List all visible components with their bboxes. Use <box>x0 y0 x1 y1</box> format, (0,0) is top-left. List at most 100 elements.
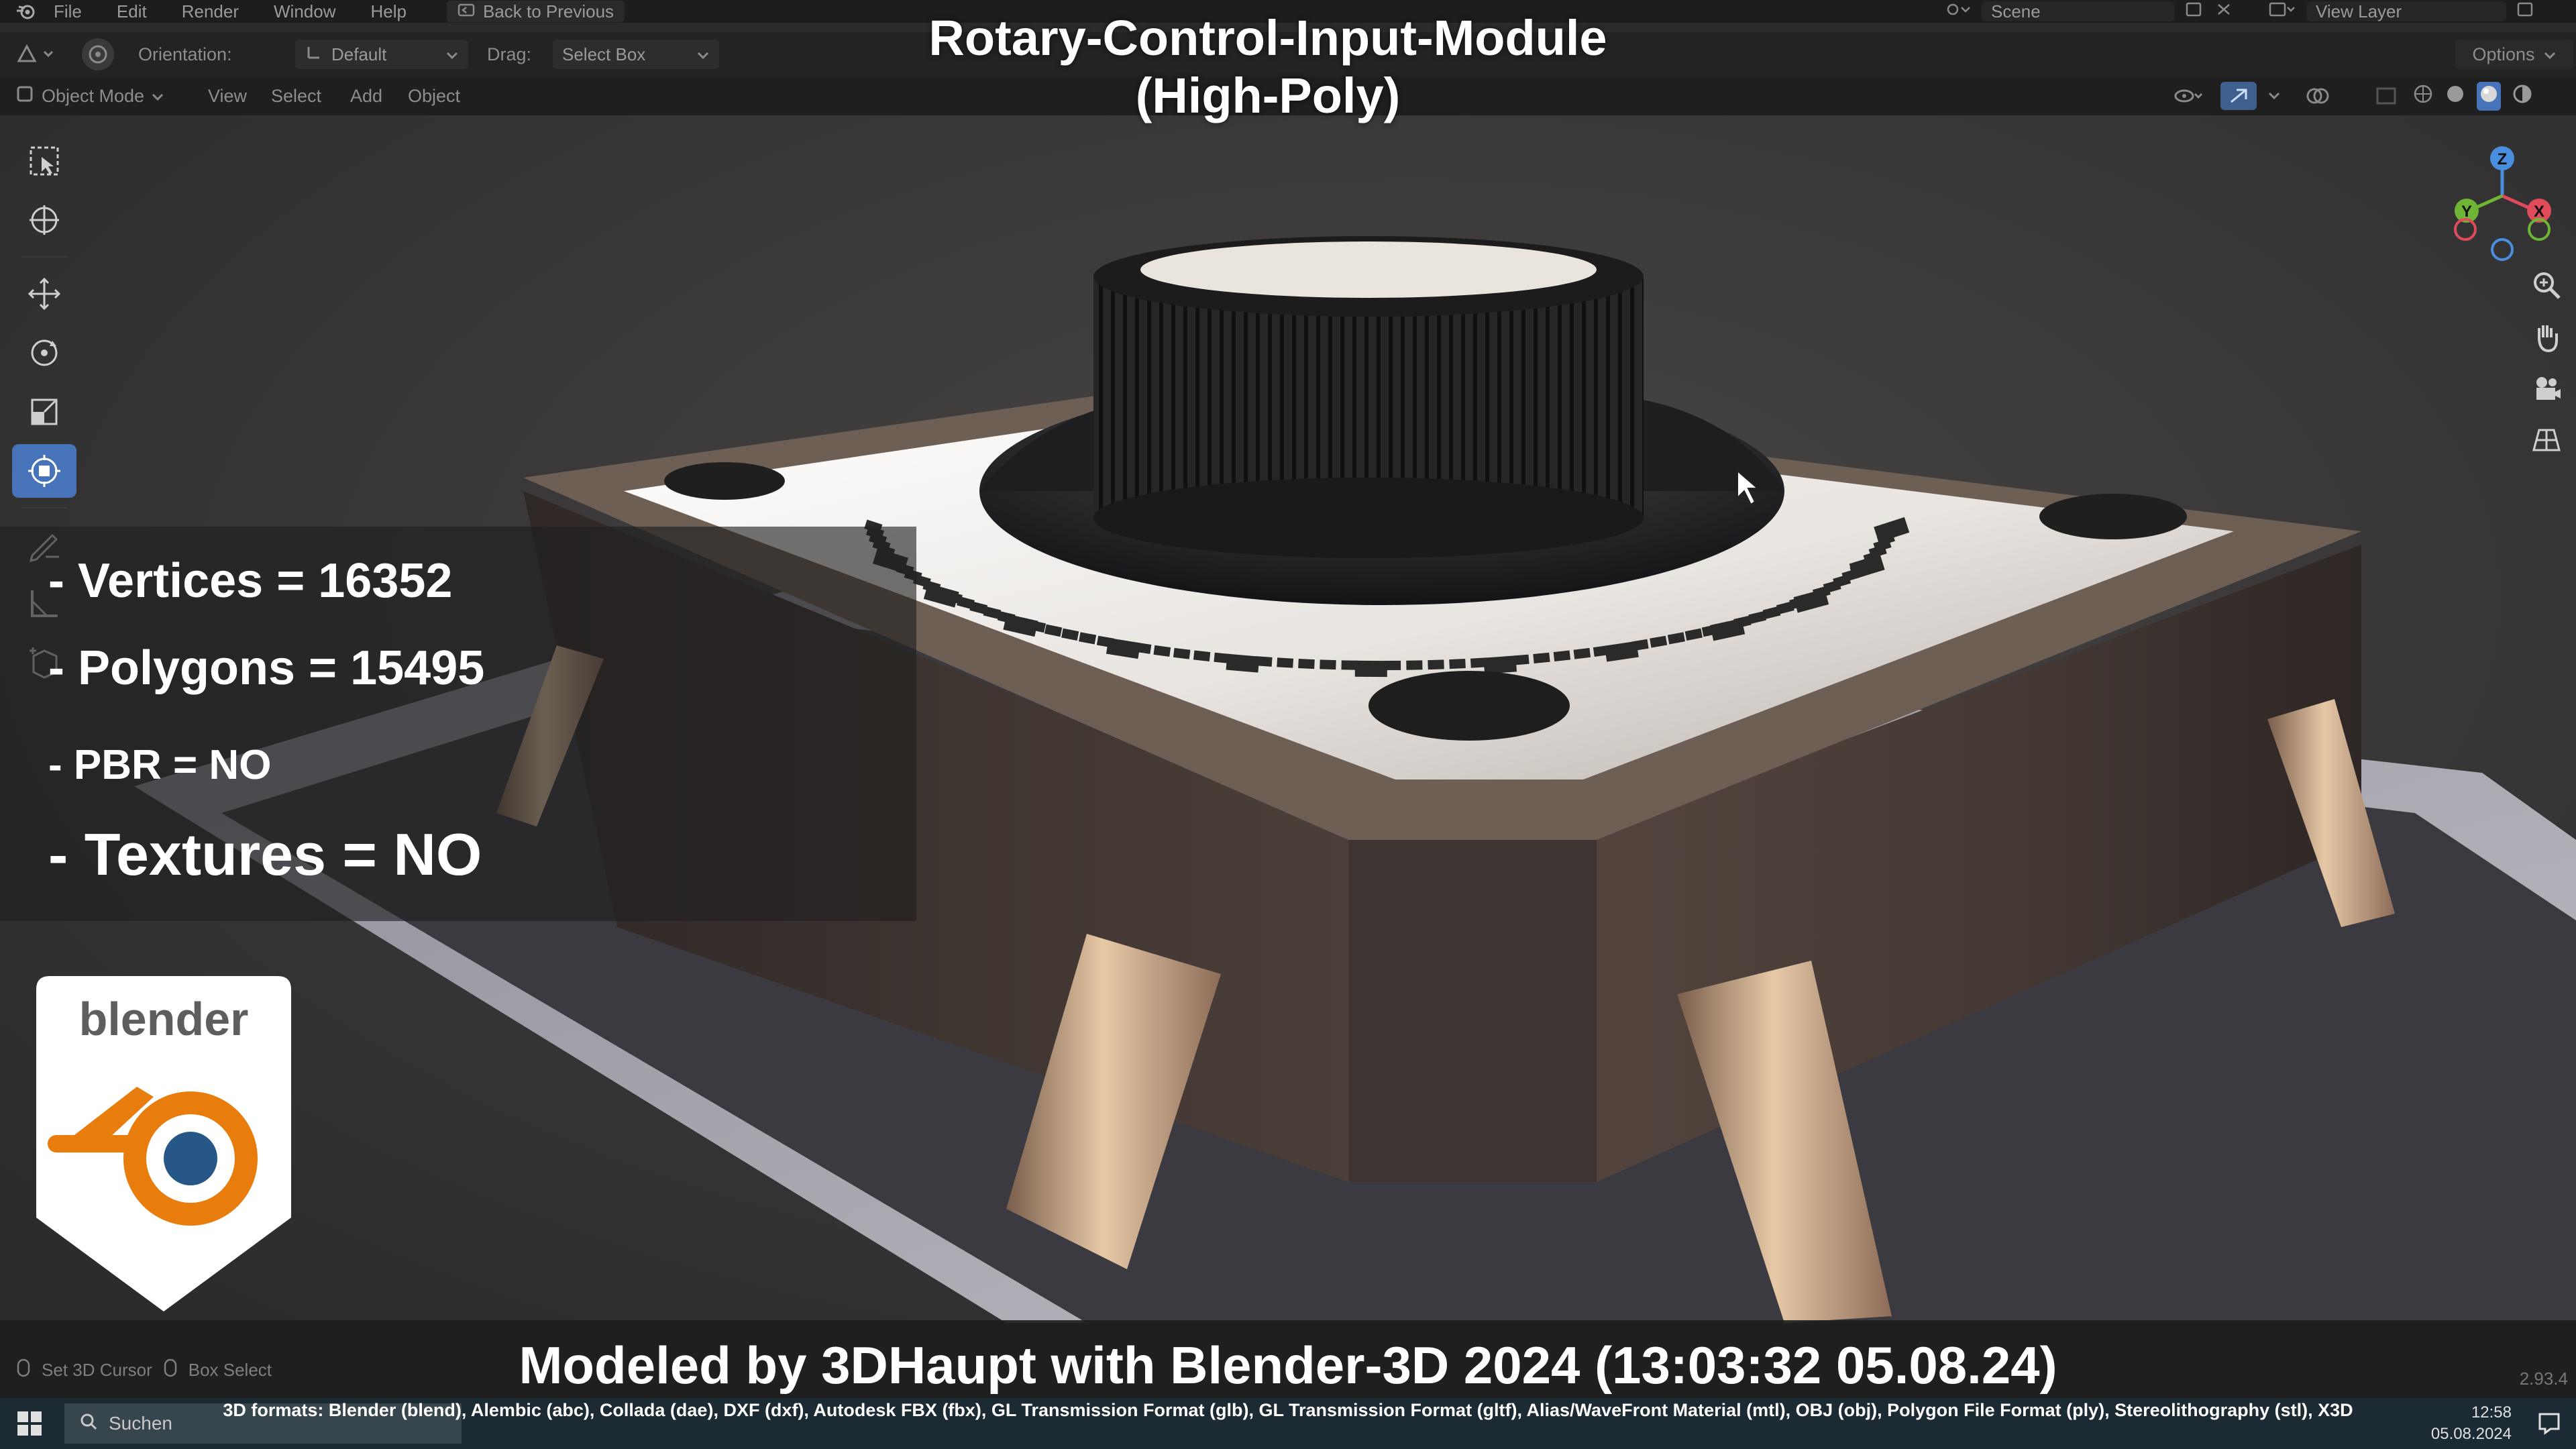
back-icon <box>458 1 475 22</box>
gizmo-y-label: Y <box>2461 203 2472 221</box>
back-to-previous-label: Back to Previous <box>482 1 614 21</box>
dial-tick-mark <box>1406 660 1423 670</box>
camera-view-icon[interactable] <box>2530 372 2563 409</box>
add-menu[interactable]: Add <box>350 86 382 107</box>
view-layer-icon <box>2267 1 2297 23</box>
blender-logo-icon[interactable] <box>12 0 39 23</box>
orientation-label: Orientation: <box>138 44 232 64</box>
toolbar-divider <box>21 256 68 258</box>
select-box-icon <box>30 146 59 176</box>
dial-tick-mark <box>1341 660 1358 670</box>
move-icon <box>28 277 61 311</box>
gizmo-z-label: Z <box>2498 150 2508 168</box>
gizmo-x-label: X <box>2534 203 2544 221</box>
dial-tick-mark <box>1298 659 1315 669</box>
dial-tick-mark <box>1483 655 1517 674</box>
scale-tool[interactable] <box>12 385 76 439</box>
menu-help[interactable]: Help <box>370 1 406 22</box>
chevron-down-icon <box>2543 44 2557 65</box>
zoom-icon[interactable] <box>2530 268 2563 305</box>
mesh-stats-panel: - Vertices = 16352 - Polygons = 15495 - … <box>0 527 916 921</box>
menu-edit[interactable]: Edit <box>117 1 147 22</box>
dial-tick-mark <box>1277 657 1294 668</box>
dial-tick-mark <box>1320 659 1336 670</box>
navigation-controls <box>2526 268 2567 460</box>
xray-icon[interactable] <box>2375 86 2398 106</box>
gizmo-toggle-icon[interactable] <box>2220 82 2257 110</box>
dial-tick-mark <box>1173 647 1191 659</box>
view-menu[interactable]: View <box>208 86 247 107</box>
blender-wordmark: blender <box>79 993 249 1045</box>
transform-pivot-icon[interactable] <box>79 36 117 73</box>
drag-value: Select Box <box>562 44 646 64</box>
navigation-gizmo[interactable]: Z X Y <box>2435 136 2569 270</box>
transform-tool[interactable] <box>12 444 76 498</box>
scene-name-field[interactable]: Scene <box>1982 1 2175 21</box>
delete-scene-icon[interactable] <box>2214 1 2234 23</box>
vertices-stat: - Vertices = 16352 <box>48 554 453 608</box>
wireframe-shading-icon[interactable] <box>2412 83 2434 109</box>
cursor-tool[interactable] <box>12 193 76 247</box>
dial-tick-mark <box>1533 652 1550 664</box>
rotate-icon <box>31 339 58 366</box>
view-layer-name-field[interactable]: View Layer <box>2306 1 2506 21</box>
drag-label: Drag: <box>487 44 532 64</box>
scene-selector[interactable]: Scene <box>1945 0 2234 23</box>
toolbar-divider <box>21 507 68 508</box>
gizmo-dropdown-icon[interactable] <box>2267 91 2281 101</box>
view-layer-selector[interactable]: View Layer <box>2267 0 2536 23</box>
object-menu[interactable]: Object <box>408 86 460 107</box>
dial-tick-mark <box>1354 660 1387 678</box>
pan-hand-icon[interactable] <box>2530 320 2563 357</box>
rendered-shading-icon[interactable] <box>2512 83 2533 109</box>
blender-badge: blender <box>36 976 291 1311</box>
textures-stat: - Textures = NO <box>48 821 482 888</box>
orientation-dropdown[interactable]: Default <box>295 40 468 69</box>
dial-tick-mark <box>1449 659 1466 669</box>
menu-render[interactable]: Render <box>182 1 239 22</box>
orientation-icon <box>305 43 323 66</box>
menu-window[interactable]: Window <box>274 1 335 22</box>
dial-tick-mark <box>1193 650 1211 662</box>
dial-tick-mark <box>1553 650 1571 662</box>
chevron-down-icon <box>151 86 164 107</box>
dial-tick-mark <box>1214 652 1231 664</box>
transform-icon <box>28 455 60 487</box>
credit-text: Modeled by 3DHaupt with Blender-3D 2024 … <box>519 1336 2057 1395</box>
select-menu[interactable]: Select <box>271 86 321 107</box>
chevron-down-icon <box>696 44 710 65</box>
scale-icon <box>31 398 58 425</box>
dial-tick-mark <box>1470 657 1487 668</box>
object-mode-dropdown[interactable]: Object Mode <box>15 84 164 109</box>
shading-mode-group <box>2412 81 2533 111</box>
cursor-icon <box>30 205 59 235</box>
material-shading-icon[interactable] <box>2477 81 2501 111</box>
rotate-tool[interactable] <box>12 326 76 380</box>
move-tool[interactable] <box>12 267 76 321</box>
title-line-1: Rotary-Control-Input-Module <box>928 10 1607 66</box>
pbr-stat: - PBR = NO <box>48 742 272 788</box>
chevron-down-icon <box>445 44 459 65</box>
object-mode-label: Object Mode <box>42 85 145 106</box>
formats-text: 3D formats: Blender (blend), Alembic (ab… <box>223 1400 2353 1420</box>
new-view-layer-icon[interactable] <box>2516 1 2536 23</box>
drag-dropdown[interactable]: Select Box <box>553 40 719 69</box>
scene-icon <box>1945 1 1972 23</box>
menu-file[interactable]: File <box>54 1 82 22</box>
overlay-toggle-icon[interactable] <box>2305 86 2332 106</box>
dial-tick-mark <box>1428 659 1444 670</box>
visibility-icon[interactable] <box>2174 86 2204 106</box>
tool-icon[interactable] <box>15 41 62 68</box>
title-line-2: (High-Poly) <box>1135 68 1401 123</box>
dial-tick-mark <box>1573 647 1591 659</box>
options-label: Options <box>2472 44 2535 64</box>
object-mode-icon <box>15 84 35 109</box>
perspective-grid-icon[interactable] <box>2530 423 2563 460</box>
solid-shading-icon[interactable] <box>2445 83 2466 109</box>
polygons-stat: - Polygons = 15495 <box>48 641 485 695</box>
back-to-previous-button[interactable]: Back to Previous <box>446 1 625 22</box>
options-dropdown[interactable]: Options <box>2455 40 2573 69</box>
new-scene-icon[interactable] <box>2184 1 2204 23</box>
clock-date: 05.08.2024 <box>2430 1425 2512 1443</box>
select-box-tool[interactable] <box>12 134 76 188</box>
